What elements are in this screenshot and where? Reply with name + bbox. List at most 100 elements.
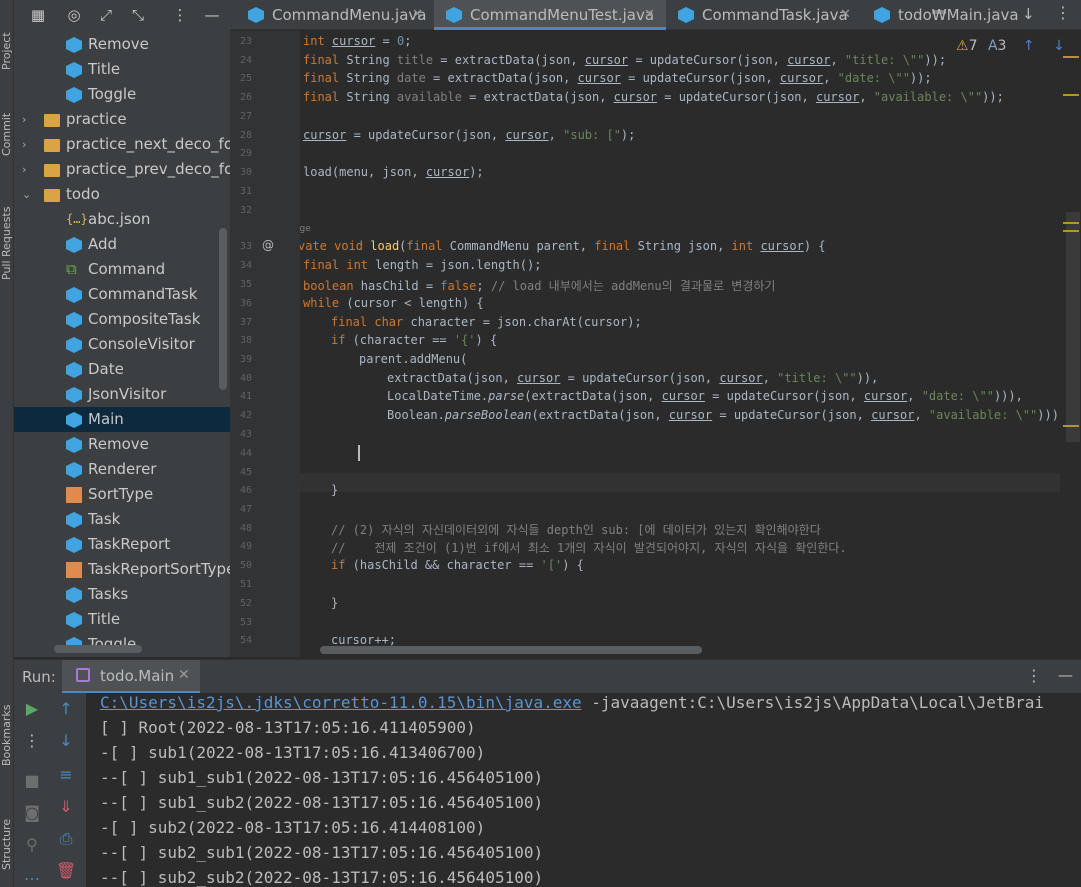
java-executable-link[interactable]: C:\Users\is2js\.jdks\corretto-11.0.15\bi…	[100, 693, 582, 712]
project-tool-tab[interactable]: Project	[0, 0, 14, 70]
tree-item-jsonvisitor[interactable]: JsonVisitor	[14, 382, 230, 407]
tree-item-remove[interactable]: Remove	[14, 32, 230, 57]
more-actions-icon[interactable]: ⋮	[22, 731, 42, 751]
tree-item-title[interactable]: Title	[14, 607, 230, 632]
editor-tab-0[interactable]: CommandMenu.java ✕	[236, 0, 434, 30]
stop-icon[interactable]: ■	[22, 771, 42, 791]
locate-icon[interactable]: ◎	[64, 5, 84, 25]
pin-icon[interactable]: ⚲	[22, 835, 42, 855]
tree-item-label: TaskReportSortType	[88, 560, 230, 578]
code-line: // (2) 자식의 자신데이터외에 자식들 depth인 sub: [에 데이…	[331, 523, 821, 537]
class-icon	[66, 237, 82, 253]
project-view-icon[interactable]: ▦	[28, 5, 48, 25]
close-icon[interactable]: ✕	[840, 0, 851, 30]
print-icon[interactable]: ⎙	[56, 829, 76, 849]
tree-item-practice[interactable]: › practice	[14, 107, 230, 132]
line-number: 54	[239, 635, 252, 646]
scroll-down-icon[interactable]: ↓	[56, 731, 76, 751]
line-number: 49	[239, 541, 252, 552]
usages-hint[interactable]: age	[300, 224, 311, 234]
run-config-tab[interactable]: todo.Main ✕	[62, 660, 200, 694]
error-stripe-mark[interactable]	[1063, 222, 1079, 224]
class-icon	[66, 37, 82, 53]
bookmarks-tool-tab[interactable]: Bookmarks	[0, 686, 14, 766]
collapse-all-icon[interactable]: ⤡	[128, 5, 148, 25]
editor-tab-1[interactable]: CommandMenuTest.java ✕	[434, 0, 666, 30]
tab-label: todo₩Main.java	[898, 6, 1019, 24]
tabs-overflow-icon[interactable]: ↓	[1022, 5, 1035, 23]
tree-item-commandtask[interactable]: CommandTask	[14, 282, 230, 307]
warning-icon: ⚠	[956, 38, 969, 54]
more-icon[interactable]: …	[22, 865, 42, 885]
tree-item-label: Title	[88, 610, 121, 628]
run-toolbar: ▶ ↑ ⋮ ↓ ■ ≡ ◙ ⇓ ⚲ ⎙ … 🗑	[14, 693, 86, 887]
screenshot-icon[interactable]: ◙	[22, 803, 42, 823]
tree-item-tasks[interactable]: Tasks	[14, 582, 230, 607]
error-stripe-mark[interactable]	[1063, 230, 1079, 232]
tree-item-remove[interactable]: Remove	[14, 432, 230, 457]
tree-item-label: Main	[88, 410, 124, 428]
pull-requests-tool-tab[interactable]: Pull Requests	[0, 180, 14, 280]
close-icon[interactable]: ✕	[178, 667, 190, 683]
editor-gutter: 23 24 25 26 27 28 29 30 31 32 33 34 35 36 37 38 39 40 41 42…	[230, 31, 300, 657]
clear-all-icon[interactable]: 🗑	[56, 861, 76, 881]
tree-item-practice-next-deco-for-a[interactable]: › practice_next_deco_for_a	[14, 132, 230, 157]
rerun-icon[interactable]: ▶	[22, 699, 42, 719]
tree-item-todo[interactable]: ⌄ todo	[14, 182, 230, 207]
tree-item-taskreportsorttype[interactable]: TaskReportSortType	[14, 557, 230, 582]
line-number: 46	[239, 485, 252, 496]
run-panel-header: Run: todo.Main ✕ ⋮ —	[14, 659, 1081, 694]
editor-tab-3[interactable]: todo₩Main.java	[862, 0, 1022, 30]
tree-item-label: practice_next_deco_for_a	[66, 135, 230, 153]
project-vertical-scrollbar[interactable]	[219, 228, 227, 390]
chevron-right-icon[interactable]: ›	[22, 157, 36, 182]
expand-all-icon[interactable]: ⤢	[96, 5, 116, 25]
project-horizontal-scrollbar[interactable]	[54, 645, 142, 653]
tree-item-sorttype[interactable]: SortType	[14, 482, 230, 507]
soft-wrap-icon[interactable]: ≡	[56, 765, 76, 785]
tree-item-command[interactable]: ⧉ Command	[14, 257, 230, 282]
tree-item-add[interactable]: Add	[14, 232, 230, 257]
tree-item-taskreport[interactable]: TaskReport	[14, 532, 230, 557]
code-line: while (cursor < length) {	[303, 296, 484, 310]
inspection-widget[interactable]: ⚠7 A3 ↑ ↓	[956, 38, 1065, 54]
tree-item-title[interactable]: Title	[14, 57, 230, 82]
code-editor[interactable]: int cursor = 0; final String title = extr…	[300, 31, 1060, 657]
tree-item-practice-prev-deco-for-s[interactable]: › practice_prev_deco_for_s	[14, 157, 230, 182]
chevron-right-icon[interactable]: ›	[22, 132, 36, 157]
scroll-up-icon[interactable]: ↑	[56, 699, 76, 719]
editor-horizontal-scrollbar[interactable]	[320, 646, 702, 654]
run-options-icon[interactable]: ⋮	[1026, 666, 1042, 685]
commit-tool-tab[interactable]: Commit	[0, 86, 14, 156]
error-stripe-mark[interactable]	[1063, 425, 1079, 427]
console-output[interactable]: C:\Users\is2js\.jdks\corretto-11.0.15\bi…	[86, 693, 1081, 887]
override-marker-icon[interactable]: @	[262, 238, 274, 252]
options-menu-icon[interactable]: ⋮	[170, 5, 190, 25]
structure-tool-tab[interactable]: Structure	[0, 800, 14, 870]
previous-highlight-icon[interactable]: ↑	[1023, 38, 1035, 54]
error-stripe-mark[interactable]	[1063, 56, 1079, 58]
tree-item-label: SortType	[88, 485, 154, 503]
tree-item-toggle[interactable]: Toggle	[14, 82, 230, 107]
tree-item-consolevisitor[interactable]: ConsoleVisitor	[14, 332, 230, 357]
close-icon[interactable]: ✕	[644, 0, 655, 30]
chevron-down-icon[interactable]: ⌄	[22, 182, 36, 207]
hide-run-panel-icon[interactable]: —	[1058, 666, 1073, 684]
tree-item-date[interactable]: Date	[14, 357, 230, 382]
tabs-more-icon[interactable]: ⋮	[1055, 3, 1071, 22]
tree-item-task[interactable]: Task	[14, 507, 230, 532]
tree-item-main[interactable]: Main	[14, 407, 230, 432]
next-highlight-icon[interactable]: ↓	[1053, 38, 1065, 54]
close-icon[interactable]: ✕	[412, 0, 423, 30]
error-stripe-mark[interactable]	[1063, 94, 1079, 96]
enum-icon	[66, 562, 82, 578]
hide-panel-icon[interactable]: —	[202, 5, 222, 25]
editor-vertical-scrollbar[interactable]	[1066, 212, 1080, 442]
scroll-to-end-icon[interactable]: ⇓	[56, 797, 76, 817]
chevron-right-icon[interactable]: ›	[22, 107, 36, 132]
editor-tab-2[interactable]: CommandTask.java ✕	[666, 0, 862, 30]
tree-item-compositetask[interactable]: CompositeTask	[14, 307, 230, 332]
line-number: 30	[239, 167, 252, 178]
tree-item-renderer[interactable]: Renderer	[14, 457, 230, 482]
tree-item-abc-json[interactable]: {…} abc.json	[14, 207, 230, 232]
